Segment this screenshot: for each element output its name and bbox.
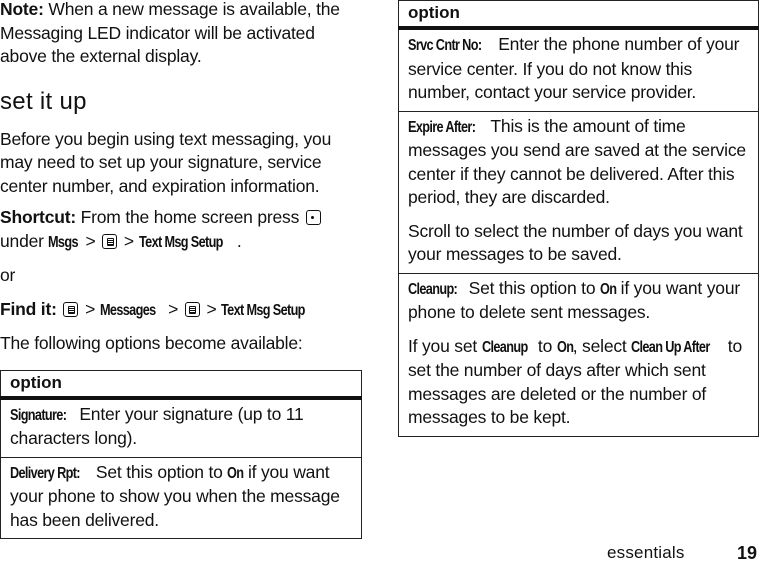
table-header-option: option [0, 369, 362, 400]
intro-paragraph: Before you begin using text messaging, y… [0, 128, 332, 196]
option-extra: If you set Cleanup to On, select Clean U… [408, 335, 749, 430]
footer-section-name: essentials [607, 543, 685, 562]
option-value-on: On [227, 464, 244, 482]
separator: > [206, 298, 217, 319]
option-term: Expire After: [408, 118, 476, 136]
center-select-key-icon [305, 210, 321, 225]
menu-key-icon [184, 301, 200, 317]
option-value-on: On [600, 280, 617, 298]
period: . [236, 230, 242, 251]
table-row: Signature: Enter your signature (up to 1… [0, 397, 362, 458]
section-heading: set it up [0, 87, 87, 115]
option-description: Set this option to [95, 461, 223, 482]
menu-key-icon [63, 301, 79, 317]
shortcut-label: Shortcut: [0, 207, 76, 227]
options-intro: The following options become available: [0, 333, 303, 353]
option-term: Cleanup: [408, 280, 458, 298]
note-label: Note: [0, 0, 44, 19]
menu-item-text-msg-setup: Text Msg Setup [221, 301, 306, 319]
left-column: Note: When a new message is available, t… [0, 0, 362, 539]
menu-item-messages: Messages [99, 301, 156, 319]
left-options-table: option Signature: Enter your signature (… [0, 369, 362, 540]
find-it-label: Find it: [0, 298, 57, 319]
separator: > [168, 298, 179, 319]
table-row: Expire After: This is the amount of time… [398, 110, 759, 274]
option-term: Delivery Rpt: [10, 464, 81, 482]
table-header-option: option [398, 0, 759, 30]
menu-key-icon [102, 233, 118, 249]
text: to [537, 335, 553, 356]
menu-item-clean-up-after: Clean Up After [631, 338, 710, 356]
text: If you set [408, 335, 478, 356]
option-extra: Scroll to select the number of days you … [408, 220, 743, 265]
page-number: 19 [737, 543, 758, 563]
note-text: When a new message is available, the Mes… [0, 0, 340, 66]
shortcut-paragraph: Shortcut: From the home screen press und… [0, 206, 362, 254]
option-term: Signature: [10, 406, 67, 424]
shortcut-text: From the home screen press [80, 207, 300, 227]
separator: > [85, 298, 96, 319]
menu-item-cleanup: Cleanup [481, 338, 528, 356]
option-description: Set this option to [468, 277, 596, 298]
shortcut-under-text: under [0, 230, 44, 251]
menu-item-text-msg-setup: Text Msg Setup [138, 233, 223, 251]
right-column: option Srvc Cntr No: Enter the phone num… [398, 0, 759, 437]
find-it-paragraph: Find it: > Messages > > Text Msg Setup [0, 298, 362, 323]
menu-item-msgs: Msgs [48, 233, 79, 251]
option-term: Srvc Cntr No: [408, 37, 482, 54]
right-options-table: option Srvc Cntr No: Enter the phone num… [398, 0, 759, 437]
table-row: Delivery Rpt: Set this option to On if y… [0, 456, 362, 539]
separator: > [85, 230, 96, 251]
note-paragraph: Note: When a new message is available, t… [0, 0, 362, 69]
table-row: Cleanup: Set this option to On if you wa… [398, 272, 759, 437]
separator: > [123, 230, 134, 251]
option-value-on: On [556, 338, 574, 356]
or-text: or [0, 265, 16, 285]
text: , select [572, 335, 627, 356]
table-row: Srvc Cntr No: Enter the phone number of … [398, 27, 759, 112]
